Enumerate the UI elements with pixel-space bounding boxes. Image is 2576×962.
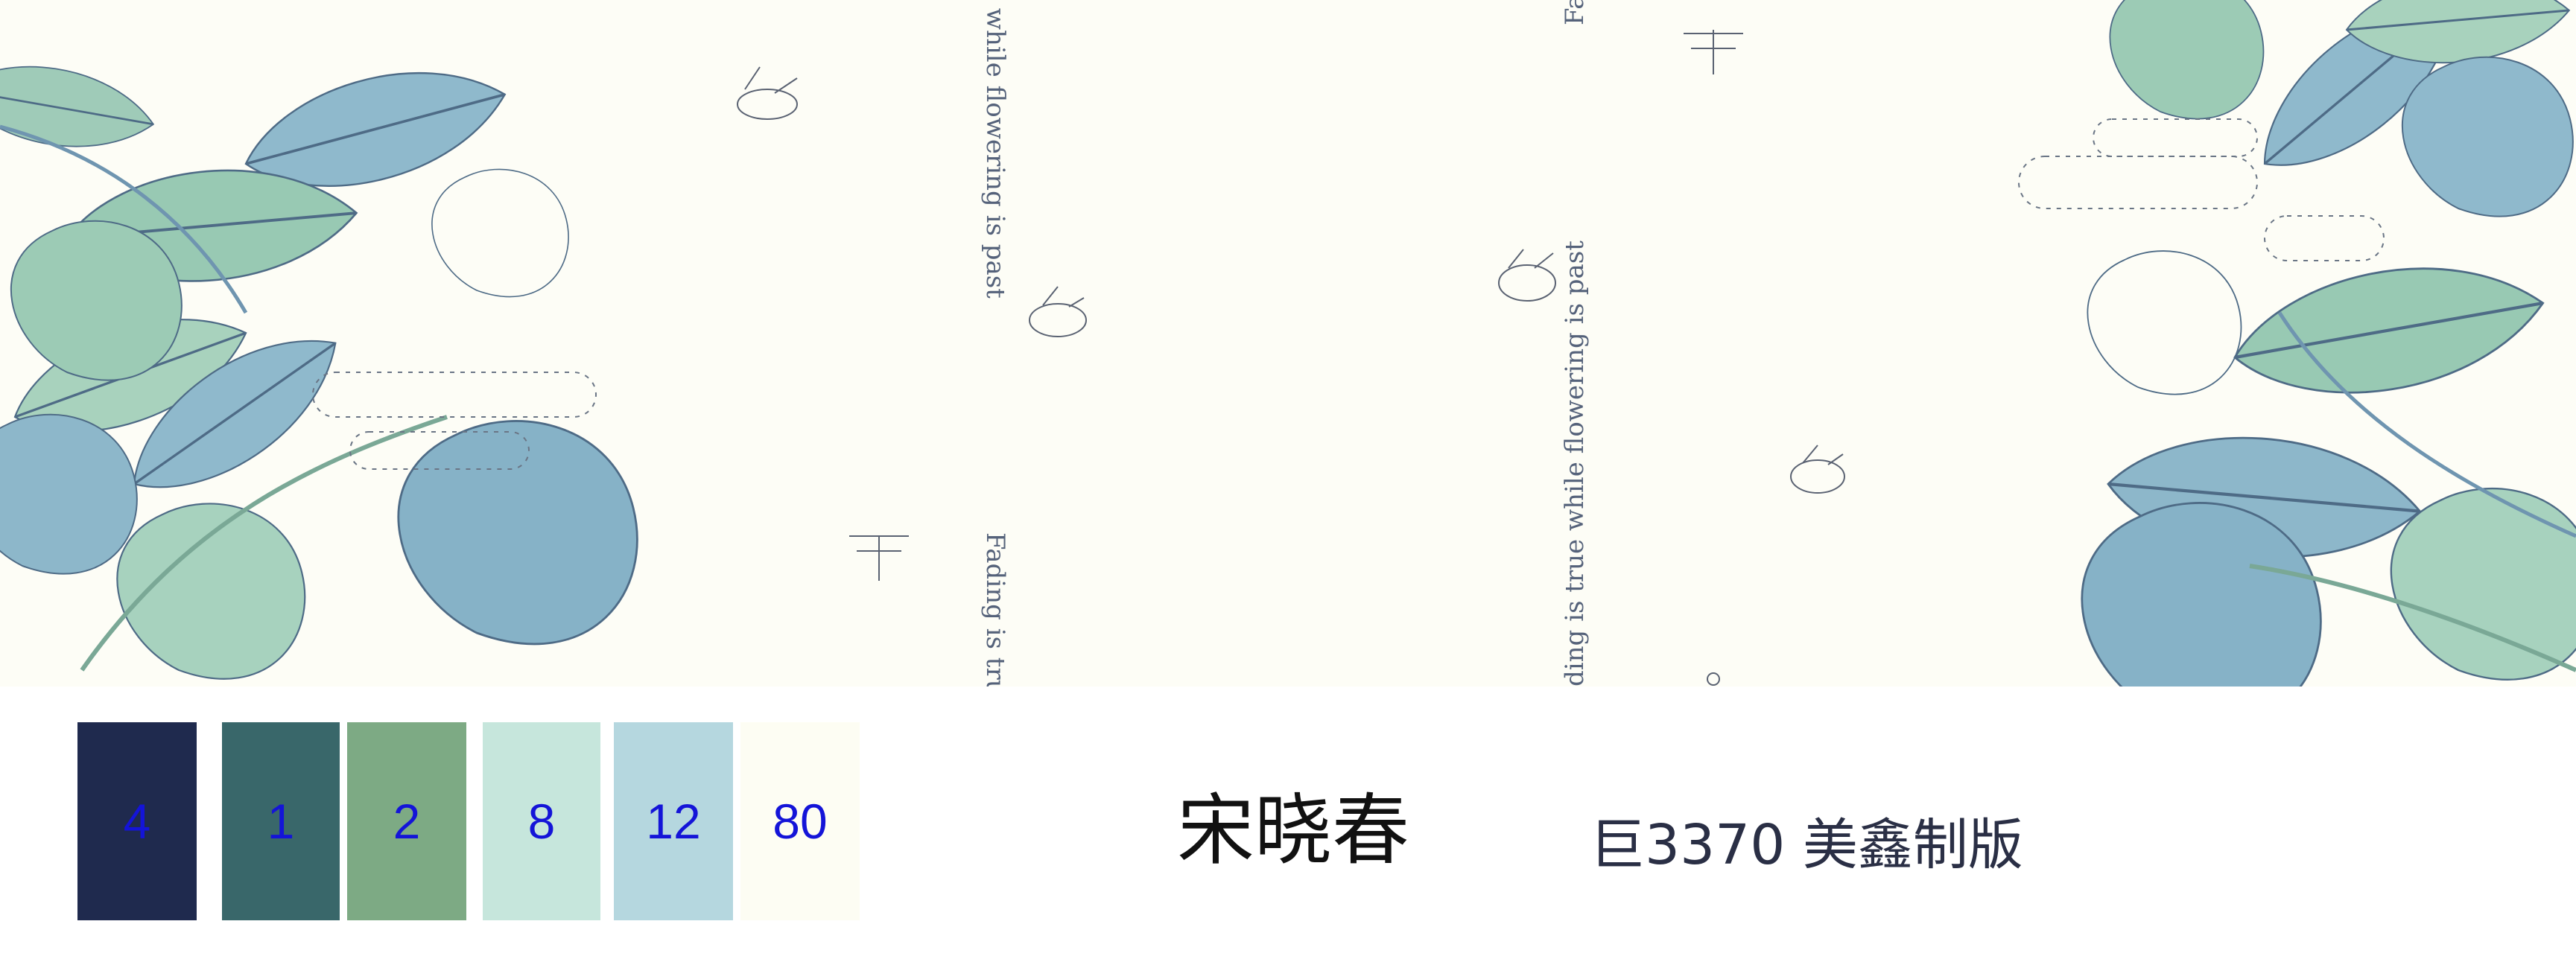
swatch-label: 4: [123, 794, 151, 849]
palette-swatch: 8: [483, 722, 600, 920]
slogan-text-4: Fa: [1560, 0, 1590, 25]
left-leaf-cluster: [0, 44, 638, 680]
palette-swatch: 4: [77, 722, 197, 920]
swatch-label: 80: [773, 794, 828, 849]
palette-swatch: 12: [614, 722, 733, 920]
palette-swatch: 1: [222, 722, 340, 920]
swatch-label: 2: [393, 794, 421, 849]
designer-name: 宋晓春: [1177, 785, 1410, 876]
swatch-label: 1: [267, 794, 295, 849]
right-leaf-cluster: [2018, 0, 2576, 687]
botanical-illustration: [0, 0, 2576, 687]
palette-swatch: 2: [347, 722, 466, 920]
plate-info: 巨3370 美鑫制版: [1590, 813, 2023, 877]
design-sheet: e while flowering is past Fading is tru …: [0, 0, 2576, 962]
slogan-text-2: Fading is tru: [980, 532, 1010, 687]
slogan-text-1: e while flowering is past: [980, 0, 1010, 299]
insect-sketches: [737, 30, 1845, 686]
palette-swatch: 80: [740, 722, 860, 920]
botanical-pattern-area: e while flowering is past Fading is tru …: [0, 0, 2576, 687]
swatch-label: 8: [527, 794, 556, 849]
swatch-label: 12: [646, 794, 701, 849]
slogan-text-3: ding is true while flowering is past: [1560, 241, 1590, 687]
